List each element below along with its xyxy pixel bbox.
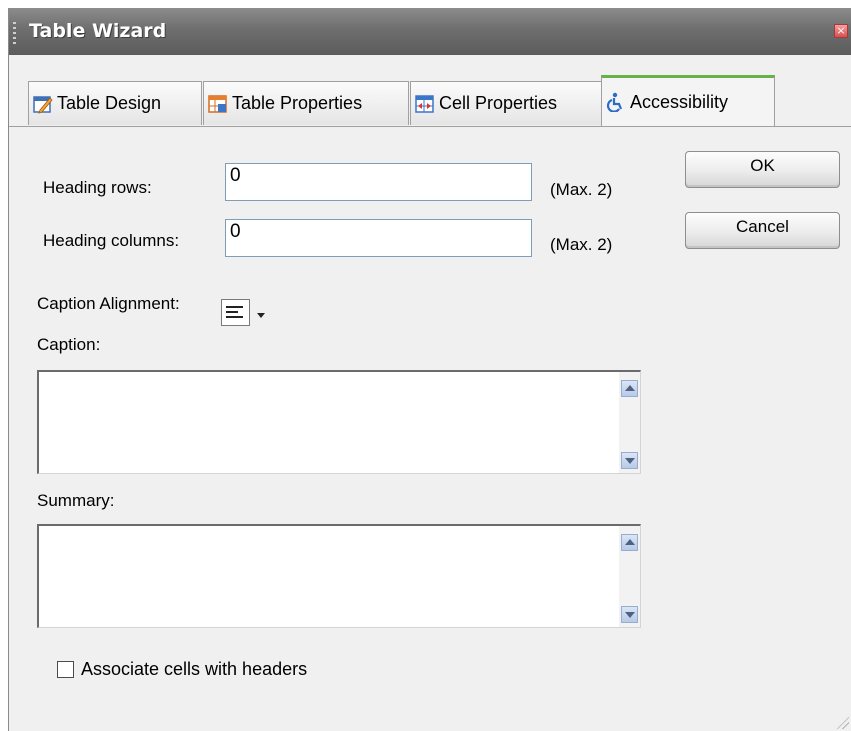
heading-columns-input[interactable]: 0: [225, 219, 532, 257]
table-design-icon: [33, 95, 53, 114]
summary-textarea[interactable]: [37, 524, 641, 628]
caption-label: Caption:: [37, 335, 101, 354]
table-properties-icon: [208, 94, 227, 113]
heading-rows-max: (Max. 2): [550, 180, 613, 199]
dialog-title: Table Wizard: [29, 20, 167, 42]
close-button[interactable]: ×: [834, 24, 848, 38]
caption-alignment-dropdown[interactable]: [221, 299, 287, 331]
tab-accessibility[interactable]: Accessibility: [601, 75, 775, 126]
caption-textarea[interactable]: [37, 370, 641, 474]
cancel-button[interactable]: Cancel: [685, 212, 840, 249]
associate-cells-checkbox[interactable]: [57, 661, 74, 678]
summary-scrollbar[interactable]: [619, 526, 640, 627]
heading-rows-label: Heading rows:: [43, 178, 152, 197]
associate-cells-label: Associate cells with headers: [81, 659, 308, 679]
accessibility-icon: [606, 92, 623, 112]
tab-label: Cell Properties: [439, 93, 558, 113]
ok-button[interactable]: OK: [685, 151, 840, 188]
title-bar[interactable]: Table Wizard ×: [9, 8, 851, 55]
tab-table-design[interactable]: Table Design: [28, 81, 202, 125]
heading-rows-value: 0: [230, 165, 241, 186]
scroll-down-icon[interactable]: [621, 452, 638, 469]
heading-columns-label: Heading columns:: [43, 231, 180, 250]
caption-alignment-label: Caption Alignment:: [37, 294, 180, 313]
resize-grip-icon[interactable]: [837, 717, 849, 729]
tab-label: Table Design: [57, 93, 162, 113]
drag-grip-icon[interactable]: [13, 22, 16, 44]
heading-columns-value: 0: [230, 221, 241, 242]
align-left-icon: [221, 299, 250, 326]
scroll-up-icon[interactable]: [621, 534, 638, 551]
tab-cell-properties[interactable]: Cell Properties: [410, 81, 602, 125]
cell-properties-icon: [415, 94, 434, 113]
chevron-down-icon: [257, 313, 265, 318]
caption-scrollbar[interactable]: [619, 372, 640, 473]
scroll-down-icon[interactable]: [621, 606, 638, 623]
tab-label: Table Properties: [232, 93, 363, 113]
heading-columns-max: (Max. 2): [550, 235, 613, 254]
heading-rows-input[interactable]: 0: [225, 163, 532, 201]
scroll-up-icon[interactable]: [621, 380, 638, 397]
tab-table-properties[interactable]: Table Properties: [203, 81, 409, 125]
tab-strip: Table Design Table Properties Cell Prope…: [9, 55, 851, 127]
tab-label: Accessibility: [630, 91, 729, 112]
table-wizard-dialog: Table Wizard × Table Design Table Proper…: [8, 8, 851, 731]
summary-label: Summary:: [37, 491, 115, 510]
